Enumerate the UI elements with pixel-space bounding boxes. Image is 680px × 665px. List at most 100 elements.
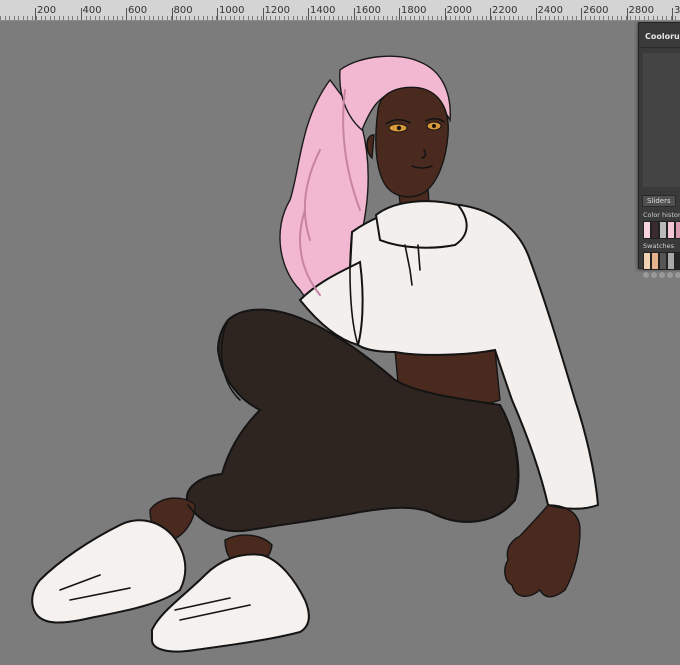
ruler-tick: [369, 16, 370, 20]
color-history-label: Color history: [643, 211, 680, 219]
ruler-tick: [166, 16, 168, 20]
ruler-label: 1200: [264, 5, 290, 16]
ruler-major-tick: [490, 8, 491, 20]
ruler-tick: [643, 16, 645, 20]
ruler-tick: [621, 16, 622, 20]
ruler-tick: [378, 16, 379, 20]
face: [375, 86, 449, 198]
ruler-major-tick: [217, 8, 218, 20]
ruler-tick: [27, 16, 28, 20]
ruler-tick: [63, 16, 64, 20]
ruler-tick: [324, 16, 325, 20]
ruler-tick: [54, 16, 55, 20]
color-wheel-area[interactable]: [643, 53, 680, 187]
ruler-tick: [513, 16, 514, 20]
ruler-tick: [288, 16, 289, 20]
ruler-tick: [306, 16, 307, 20]
ruler-tick: [499, 16, 501, 20]
ruler-tick: [4, 16, 6, 20]
ruler-tick: [445, 16, 447, 20]
ruler-label: 1800: [401, 5, 427, 16]
ruler-tick: [634, 16, 636, 20]
ruler-label: 30: [674, 5, 680, 16]
ruler-tick: [117, 16, 118, 20]
ruler-tick: [504, 16, 505, 20]
ruler-tick: [189, 16, 190, 20]
swatch[interactable]: [675, 252, 680, 270]
ruler-tick: [346, 16, 348, 20]
ruler-tick: [562, 16, 564, 20]
ruler-tick: [522, 16, 523, 20]
ruler-tick: [144, 16, 145, 20]
color-history-swatch[interactable]: [651, 221, 659, 239]
ruler-tick: [373, 16, 375, 20]
ruler-major-tick: [308, 8, 309, 20]
ruler-tick: [121, 16, 123, 20]
ruler-tick: [247, 16, 249, 20]
swatch-page-dot[interactable]: [659, 272, 665, 278]
drawing-canvas[interactable]: [0, 21, 680, 665]
ruler-tick: [135, 16, 136, 20]
color-history-swatch[interactable]: [643, 221, 651, 239]
swatch[interactable]: [643, 252, 651, 270]
ruler-tick: [463, 16, 465, 20]
ruler-tick: [67, 16, 69, 20]
ruler-tick: [238, 16, 240, 20]
ruler-tick: [486, 16, 487, 20]
horizontal-ruler: 200 400 600 800 1000 1200 1400 1600 1800 2000 2200…: [0, 0, 680, 21]
swatch[interactable]: [651, 252, 659, 270]
ruler-tick: [229, 16, 231, 20]
ruler-label: 2800: [628, 5, 654, 16]
ruler-major-tick: [35, 8, 36, 20]
ruler-tick: [76, 16, 78, 20]
ruler-tick: [661, 16, 663, 20]
ruler-tick: [666, 16, 667, 20]
color-history-swatch[interactable]: [675, 221, 680, 239]
swatches-label: Swatches: [643, 242, 675, 250]
ruler-major-tick: [126, 8, 127, 20]
color-history-swatch[interactable]: [667, 221, 675, 239]
ruler-tick: [544, 16, 546, 20]
ruler-label: 600: [128, 5, 148, 16]
shoe-left: [31, 519, 187, 624]
coolorus-panel[interactable]: Coolorus Sliders Color history Swatches: [638, 22, 680, 278]
ruler-tick: [639, 16, 640, 20]
ruler-tick: [22, 16, 24, 20]
ruler-tick: [567, 16, 568, 20]
ruler-tick: [297, 16, 298, 20]
ruler-tick: [436, 16, 438, 20]
ruler-tick: [130, 16, 132, 20]
swatch-page-dot[interactable]: [651, 272, 657, 278]
swatch-page-dot[interactable]: [675, 272, 680, 278]
ruler-tick: [648, 16, 649, 20]
ruler-tick: [198, 16, 199, 20]
ruler-tick: [90, 16, 91, 20]
ruler-tick: [396, 16, 397, 20]
ruler-label: 400: [82, 5, 102, 16]
swatch[interactable]: [659, 252, 667, 270]
ruler-tick: [234, 16, 235, 20]
ruler-major-tick: [626, 8, 628, 20]
ruler-tick: [328, 16, 330, 20]
color-history-swatch[interactable]: [659, 221, 667, 239]
ruler-tick: [112, 16, 114, 20]
ruler-tick: [9, 16, 10, 20]
ruler-tick: [495, 16, 496, 20]
ruler-tick: [630, 16, 631, 20]
ruler-tick: [148, 16, 150, 20]
ruler-tick: [342, 16, 343, 20]
swatch-page-dot[interactable]: [643, 272, 649, 278]
ruler-tick: [531, 16, 532, 20]
tab-sliders[interactable]: Sliders: [642, 195, 676, 207]
ruler-tick: [193, 16, 195, 20]
ruler-tick: [184, 16, 186, 20]
ruler-tick: [49, 16, 51, 20]
ruler-label: 1400: [310, 5, 336, 16]
ruler-tick: [432, 16, 433, 20]
swatch[interactable]: [667, 252, 675, 270]
ruler-tick: [319, 16, 321, 20]
ruler-tick: [310, 16, 312, 20]
ruler-tick: [607, 16, 609, 20]
ruler-tick: [180, 16, 181, 20]
swatch-page-dot[interactable]: [667, 272, 673, 278]
